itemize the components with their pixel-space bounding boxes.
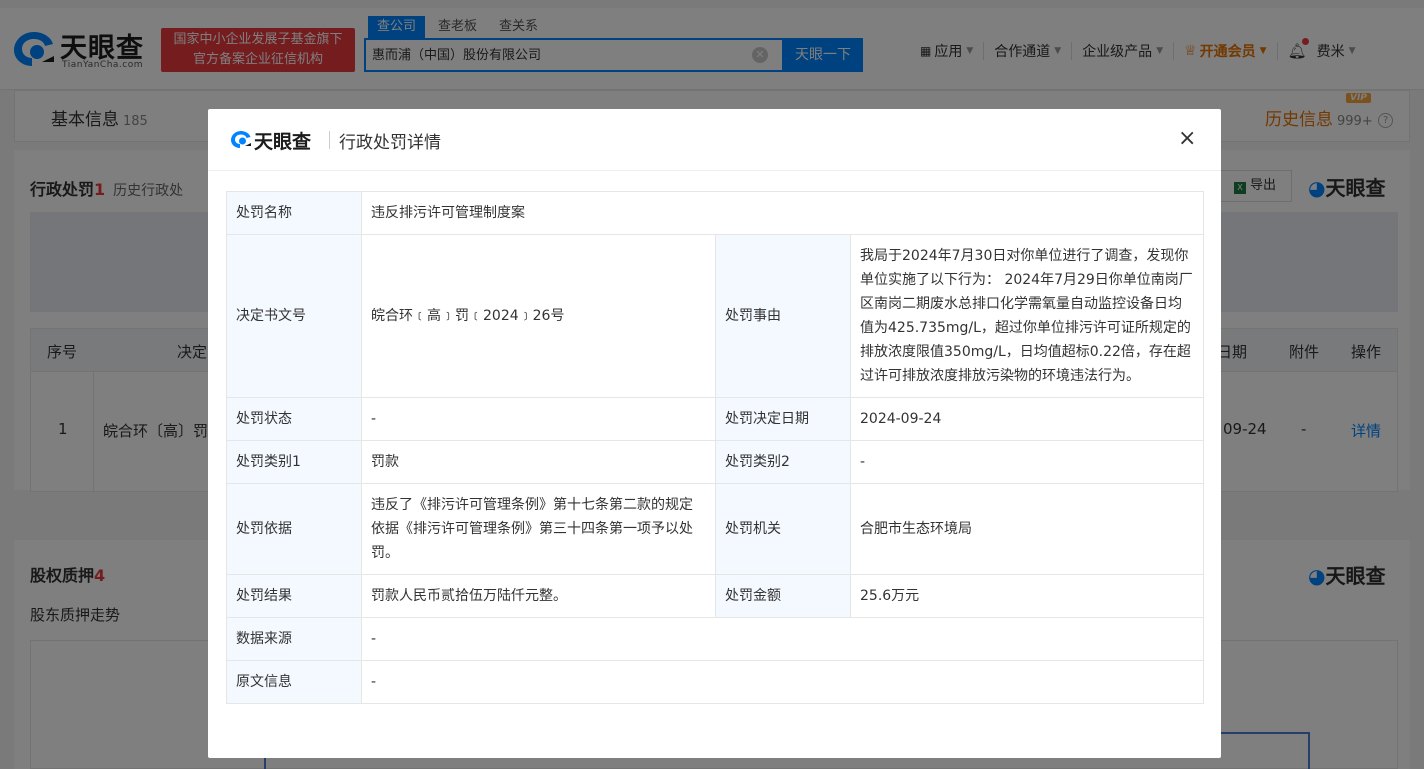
table-row: 决定书文号 皖合环﹝高﹞罚﹝2024﹞26号 处罚事由 我局于2024年7月30… (226, 234, 1205, 398)
header-divider (329, 131, 330, 149)
doc-number-value: 皖合环﹝高﹞罚﹝2024﹞26号 (361, 234, 716, 398)
reason-label: 处罚事由 (715, 234, 851, 398)
source-label: 数据来源 (226, 617, 362, 661)
amount-label: 处罚金额 (715, 574, 851, 618)
authority-label: 处罚机关 (715, 483, 851, 575)
table-row: 数据来源 - (226, 617, 1205, 661)
close-icon[interactable]: × (1178, 127, 1196, 151)
original-label: 原文信息 (226, 660, 362, 704)
result-value: 罚款人民币贰拾伍万陆仟元整。 (361, 574, 716, 618)
penalty-name-label: 处罚名称 (226, 191, 362, 235)
penalty-name-value: 违反排污许可管理制度案 (360, 191, 1205, 235)
result-label: 处罚结果 (226, 574, 362, 618)
type1-label: 处罚类别1 (226, 440, 362, 484)
table-row: 处罚名称 违反排污许可管理制度案 (226, 191, 1205, 235)
amount-value: 25.6万元 (849, 574, 1205, 618)
type2-value: - (849, 440, 1205, 484)
doc-number-label: 决定书文号 (226, 234, 362, 398)
penalty-detail-modal: 天眼查 行政处罚详情 × 处罚名称 违反排污许可管理制度案 决定书文号 皖合环﹝… (208, 109, 1221, 758)
status-label: 处罚状态 (226, 397, 362, 441)
authority-value: 合肥市生态环境局 (849, 483, 1205, 575)
type2-label: 处罚类别2 (715, 440, 851, 484)
status-value: - (361, 397, 716, 441)
reason-value: 我局于2024年7月30日对你单位进行了调查，发现你单位实施了以下行为： 202… (849, 234, 1205, 398)
type1-value: 罚款 (361, 440, 716, 484)
table-row: 原文信息 - (226, 660, 1205, 704)
table-row: 处罚类别1 罚款 处罚类别2 - (226, 440, 1205, 484)
penalty-detail-table: 处罚名称 违反排污许可管理制度案 决定书文号 皖合环﹝高﹞罚﹝2024﹞26号 … (226, 191, 1205, 704)
modal-header: 天眼查 行政处罚详情 × (208, 109, 1221, 171)
basis-label: 处罚依据 (226, 483, 362, 575)
table-row: 处罚依据 违反了《排污许可管理条例》第十七条第二款的规定依据《排污许可管理条例》… (226, 483, 1205, 575)
source-value: - (360, 617, 1205, 661)
eye-logo-icon (231, 131, 251, 148)
modal-logo-text: 天眼查 (254, 131, 312, 153)
modal-title: 行政处罚详情 (339, 133, 441, 153)
decision-date-label: 处罚决定日期 (715, 397, 851, 441)
decision-date-value: 2024-09-24 (849, 397, 1205, 441)
modal-logo: 天眼查 (230, 127, 330, 153)
table-row: 处罚状态 - 处罚决定日期 2024-09-24 (226, 397, 1205, 441)
original-value: - (360, 660, 1205, 704)
table-row: 处罚结果 罚款人民币贰拾伍万陆仟元整。 处罚金额 25.6万元 (226, 574, 1205, 618)
basis-value: 违反了《排污许可管理条例》第十七条第二款的规定依据《排污许可管理条例》第三十四条… (361, 483, 716, 575)
